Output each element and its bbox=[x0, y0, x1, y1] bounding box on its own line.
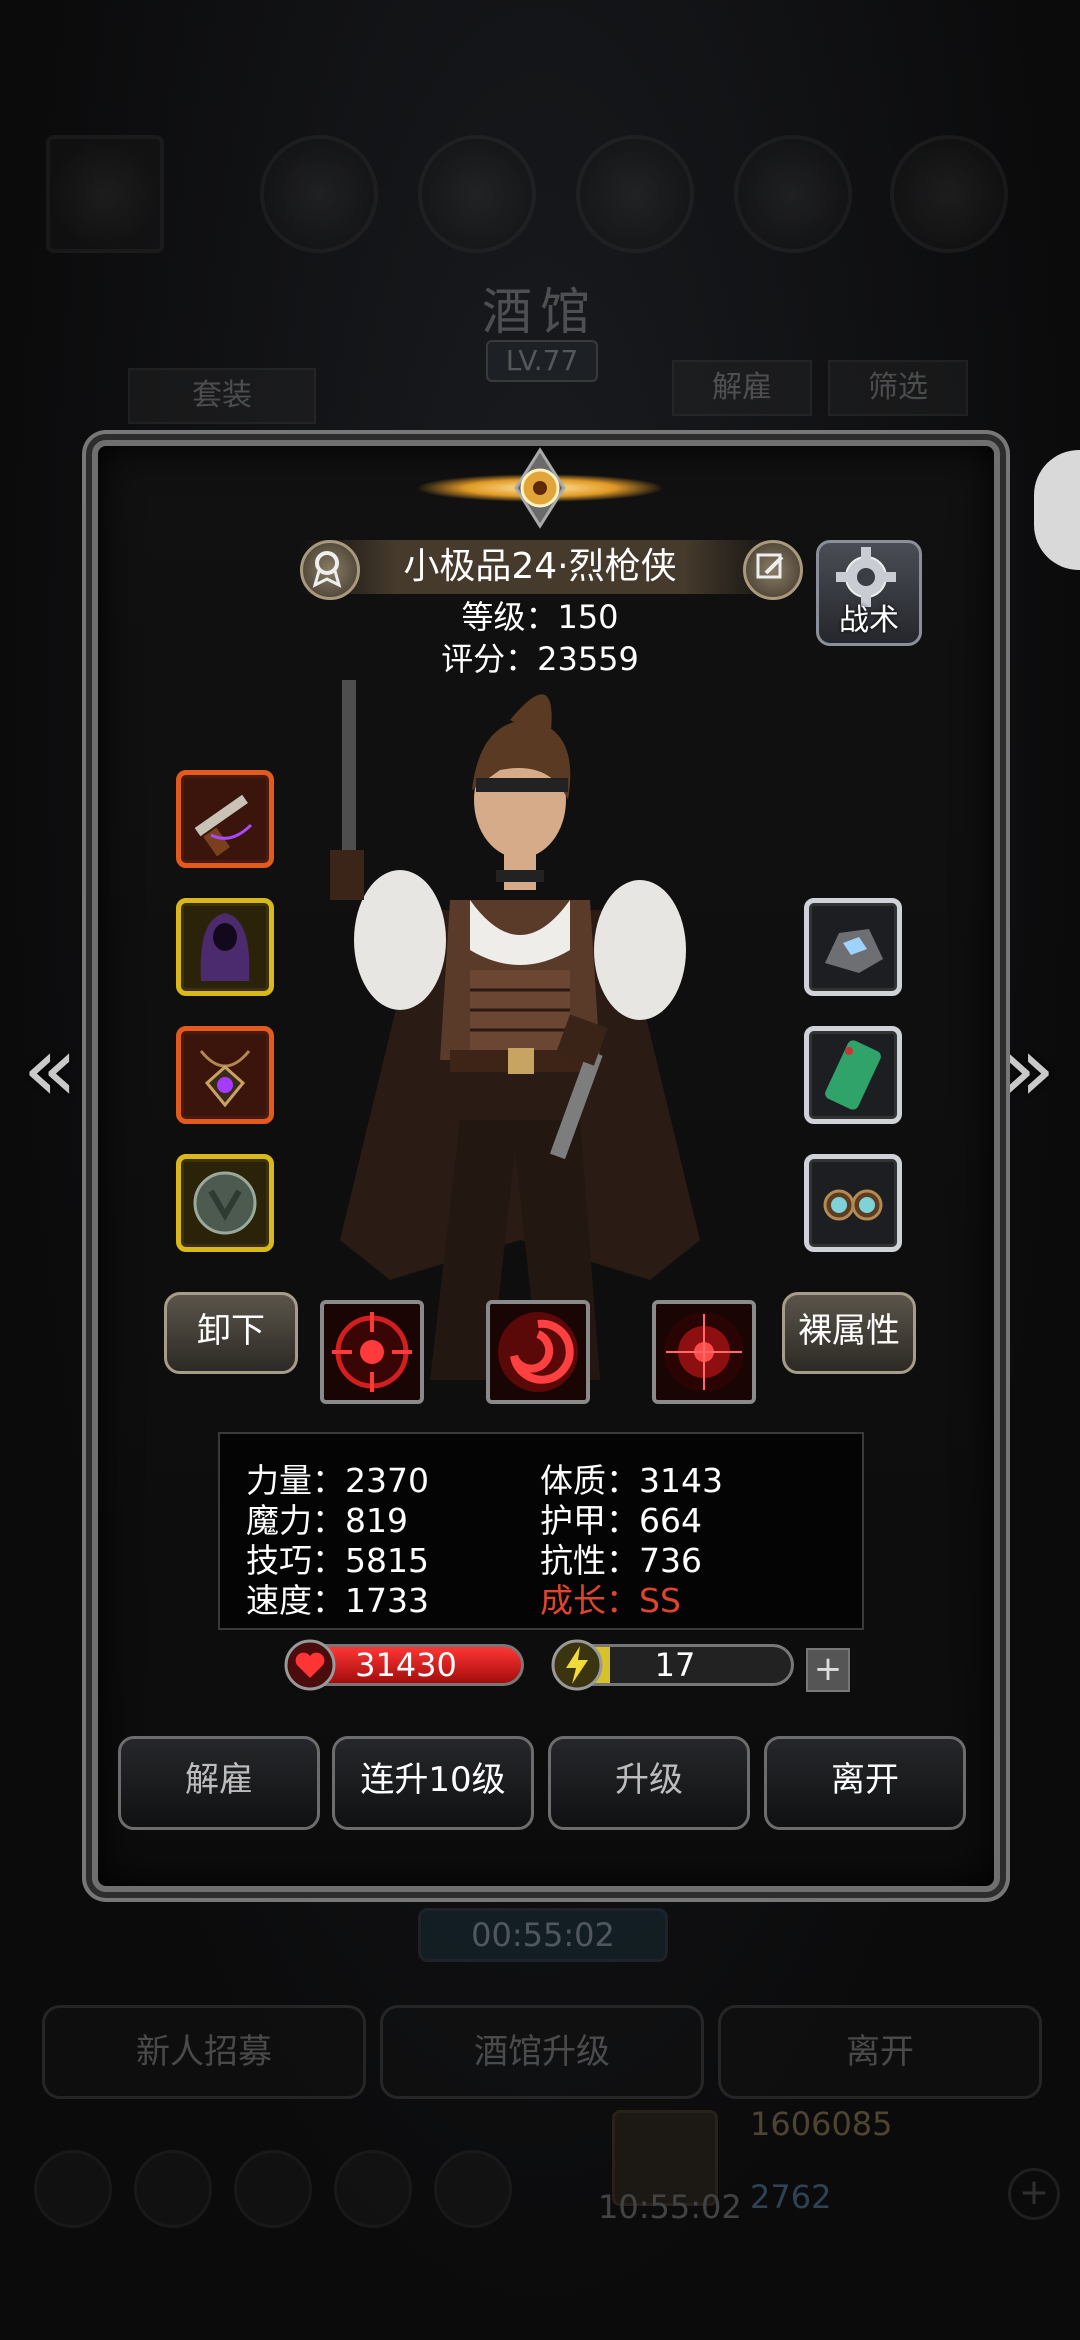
hero-name: 小极品24·烈枪侠 bbox=[300, 540, 780, 594]
lightning-icon bbox=[551, 1639, 603, 1691]
set-button[interactable]: 套装 bbox=[128, 368, 316, 424]
equipment-slot-armor[interactable] bbox=[176, 898, 274, 996]
menu-icon bbox=[576, 135, 694, 253]
tavern-level: LV.77 bbox=[486, 340, 598, 382]
level-up-button[interactable]: 升级 bbox=[548, 1736, 750, 1830]
equipment-slot-accessory[interactable] bbox=[176, 1154, 274, 1252]
jade-tablet-icon bbox=[825, 1040, 881, 1110]
dismiss-button-bg[interactable]: 解雇 bbox=[672, 360, 812, 416]
leave-button[interactable]: 离开 bbox=[764, 1736, 966, 1830]
stat-speed: 速度：1733 bbox=[246, 1581, 429, 1620]
equipment-slot-necklace[interactable] bbox=[176, 1026, 274, 1124]
bottom-icon[interactable] bbox=[34, 2150, 112, 2228]
skill-slot-2[interactable] bbox=[486, 1300, 590, 1404]
recruit-button[interactable]: 新人招募 bbox=[42, 2005, 366, 2099]
gem-count: 2762 bbox=[750, 2178, 832, 2216]
unequip-button[interactable]: 卸下 bbox=[164, 1292, 298, 1374]
leave-tavern-button[interactable]: 离开 bbox=[718, 2005, 1042, 2099]
tactics-label: 战术 bbox=[839, 603, 899, 638]
next-hero-arrow-icon[interactable]: » bbox=[988, 1020, 1068, 1120]
skill-slot-3[interactable] bbox=[652, 1300, 756, 1404]
clock: 10:55:02 bbox=[598, 2188, 742, 2226]
goggles-icon bbox=[823, 1189, 883, 1221]
dismiss-button[interactable]: 解雇 bbox=[118, 1736, 320, 1830]
portrait-icon bbox=[46, 135, 164, 253]
add-icon[interactable]: + bbox=[1008, 2168, 1060, 2220]
base-attributes-button[interactable]: 裸属性 bbox=[782, 1292, 916, 1374]
vortex-icon bbox=[498, 1312, 578, 1392]
edit-name-icon[interactable] bbox=[743, 540, 803, 600]
stat-growth: 成长：SS bbox=[540, 1574, 681, 1622]
menu-icon bbox=[890, 135, 1008, 253]
pistol-icon bbox=[194, 794, 253, 857]
filter-button[interactable]: 筛选 bbox=[828, 360, 968, 416]
timer: 00:55:02 bbox=[418, 1908, 668, 1962]
tavern-title: 酒馆 bbox=[482, 283, 598, 341]
growth-label: 成长： bbox=[540, 1581, 639, 1620]
crest-ornament-icon bbox=[416, 447, 664, 529]
bottom-icon[interactable] bbox=[234, 2150, 312, 2228]
upgrade-tavern-button[interactable]: 酒馆升级 bbox=[380, 2005, 704, 2099]
growth-value: SS bbox=[639, 1581, 681, 1620]
shield-emblem-icon bbox=[193, 1171, 257, 1235]
gemstone-icon bbox=[825, 929, 883, 973]
amulet-icon bbox=[199, 1050, 251, 1108]
equipment-slot-weapon[interactable] bbox=[176, 770, 274, 868]
add-energy-button[interactable]: + bbox=[806, 1648, 850, 1692]
bottom-icon[interactable] bbox=[334, 2150, 412, 2228]
equipment-slot-goggles[interactable] bbox=[804, 1154, 902, 1252]
tactics-button[interactable]: 战术 bbox=[816, 540, 922, 646]
gold-count: 1606085 bbox=[750, 2105, 893, 2143]
bottom-icon[interactable] bbox=[434, 2150, 512, 2228]
hero-character-portrait bbox=[330, 680, 700, 1380]
skill-slot-1[interactable] bbox=[320, 1300, 424, 1404]
menu-icon bbox=[260, 135, 378, 253]
equipment-slot-tablet[interactable] bbox=[804, 1026, 902, 1124]
bottom-icon[interactable] bbox=[134, 2150, 212, 2228]
menu-icon bbox=[734, 135, 852, 253]
menu-icon bbox=[418, 135, 536, 253]
heart-icon bbox=[284, 1639, 336, 1691]
medal-icon[interactable] bbox=[300, 540, 360, 600]
hooded-cloak-icon bbox=[200, 913, 250, 981]
crosshair-icon bbox=[664, 1312, 744, 1392]
level-up-10-button[interactable]: 连升10级 bbox=[332, 1736, 534, 1830]
target-icon bbox=[332, 1312, 412, 1392]
equipment-slot-gem[interactable] bbox=[804, 898, 902, 996]
previous-hero-arrow-icon[interactable]: « bbox=[10, 1020, 90, 1120]
